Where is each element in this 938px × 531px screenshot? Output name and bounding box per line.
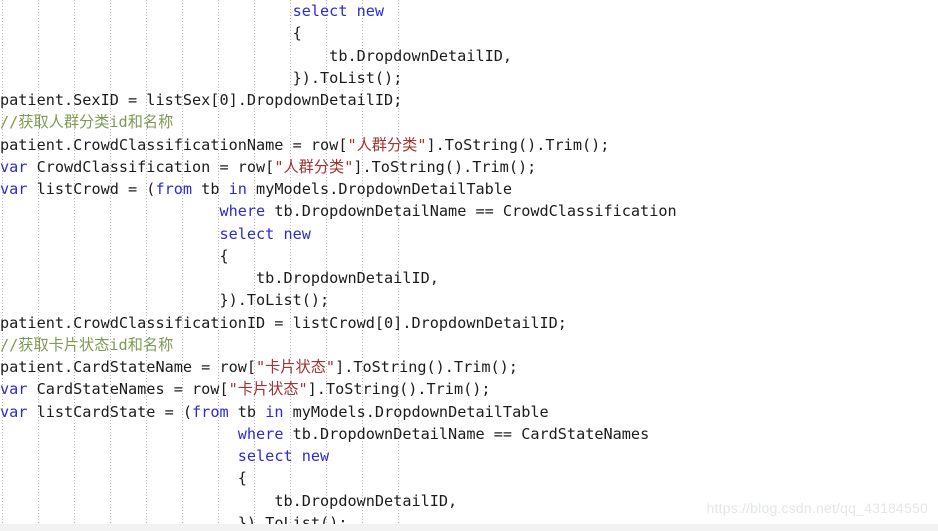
code-line[interactable]: var listCrowd = (from tb in myModels.Dro…	[0, 178, 938, 200]
code-line[interactable]: {	[0, 467, 938, 489]
code-token-kw: var	[0, 157, 28, 176]
code-token-plain: listCrowd = (	[27, 180, 156, 198]
code-token-plain: tb.DropdownDetailID,	[329, 46, 513, 65]
bottom-edge-strip	[0, 524, 938, 531]
code-token-plain: tb.DropdownDetailID,	[256, 269, 439, 287]
code-token-plain: ].ToString().Trim();	[307, 380, 491, 399]
code-line[interactable]: }).ToList();	[0, 289, 938, 311]
code-line[interactable]: var CardStateNames = row["卡片状态"].ToStrin…	[0, 378, 938, 400]
code-token-kw: in	[265, 402, 284, 421]
code-token-kw: select new	[292, 2, 385, 20]
code-token-plain: tb.DropdownDetailName == CardStateNames	[283, 424, 650, 443]
code-token-kw: in	[228, 180, 247, 198]
code-token-str: "卡片状态"	[256, 358, 336, 376]
code-token-plain: {	[237, 469, 247, 488]
code-token-plain: listCardState = (	[27, 402, 193, 421]
code-line[interactable]: var CrowdClassification = row["人群分类"].To…	[0, 156, 938, 178]
code-token-plain: patient.CrowdClassificationID = listCrow…	[0, 313, 567, 332]
code-line[interactable]: {	[0, 245, 938, 267]
code-token-plain: tb.DropdownDetailName == CrowdClassifica…	[265, 202, 677, 221]
code-token-plain: }).ToList();	[219, 291, 330, 310]
code-token-str: "卡片状态"	[228, 380, 308, 399]
code-line[interactable]: patient.CardStateName = row["卡片状态"].ToSt…	[0, 356, 938, 378]
code-line[interactable]: where tb.DropdownDetailName == CardState…	[0, 423, 938, 445]
code-line[interactable]: patient.CrowdClassificationName = row["人…	[0, 134, 938, 156]
code-token-str: "人群分类"	[274, 157, 354, 176]
code-line[interactable]: select new	[0, 0, 938, 22]
code-line[interactable]: select new	[0, 223, 938, 245]
code-editor-content[interactable]: select new { tb.DropdownDetailID, }).ToL…	[0, 0, 938, 531]
code-token-plain: patient.CardStateName = row[	[0, 358, 257, 376]
code-token-kw: var	[0, 380, 28, 399]
code-token-plain: ].ToString().Trim();	[426, 135, 610, 154]
code-line[interactable]: {	[0, 22, 938, 44]
code-token-plain: {	[292, 24, 302, 43]
code-token-cmt: //获取人群分类id和名称	[0, 113, 174, 132]
code-token-kw: select new	[237, 447, 330, 465]
code-token-plain: CardStateNames = row[	[27, 380, 229, 399]
code-token-cmt: //获取卡片状态id和名称	[0, 335, 174, 354]
code-token-plain: tb	[228, 402, 266, 421]
code-token-plain: CrowdClassification = row[	[27, 157, 275, 176]
code-line[interactable]: patient.SexID = listSex[0].DropdownDetai…	[0, 89, 938, 111]
code-token-plain: patient.CrowdClassificationName = row[	[0, 135, 348, 154]
code-token-str: "人群分类"	[347, 135, 427, 154]
code-line[interactable]: //获取人群分类id和名称	[0, 111, 938, 133]
code-token-plain: myModels.DropdownDetailTable	[246, 180, 513, 198]
code-token-plain: tb.DropdownDetailID,	[274, 491, 458, 510]
code-token-kw: var	[0, 180, 28, 198]
code-line[interactable]: tb.DropdownDetailID,	[0, 267, 938, 289]
code-line[interactable]: }).ToList();	[0, 67, 938, 89]
code-token-kw: select new	[219, 224, 311, 243]
code-token-plain: {	[219, 246, 229, 265]
code-screenshot: select new { tb.DropdownDetailID, }).ToL…	[0, 0, 938, 531]
code-token-plain: tb	[192, 180, 229, 198]
code-token-plain: }).ToList();	[292, 68, 403, 87]
code-token-plain: patient.SexID = listSex[0].DropdownDetai…	[0, 91, 403, 109]
code-line[interactable]: tb.DropdownDetailID,	[0, 45, 938, 67]
code-token-kw: where	[237, 424, 284, 443]
code-token-plain: ].ToString().Trim();	[335, 358, 518, 376]
code-line[interactable]: patient.CrowdClassificationID = listCrow…	[0, 312, 938, 334]
code-token-kw: from	[155, 180, 193, 198]
code-line[interactable]: select new	[0, 445, 938, 467]
watermark-url: https://blog.csdn.net/qq_43184550	[706, 500, 928, 516]
code-token-kw: from	[192, 402, 229, 421]
code-token-plain: ].ToString().Trim();	[353, 157, 537, 176]
code-line[interactable]: where tb.DropdownDetailName == CrowdClas…	[0, 200, 938, 222]
code-token-plain: myModels.DropdownDetailTable	[283, 402, 549, 421]
code-line[interactable]: var listCardState = (from tb in myModels…	[0, 401, 938, 423]
code-token-kw: where	[219, 202, 266, 221]
code-token-kw: var	[0, 402, 28, 421]
code-line[interactable]: //获取卡片状态id和名称	[0, 334, 938, 356]
